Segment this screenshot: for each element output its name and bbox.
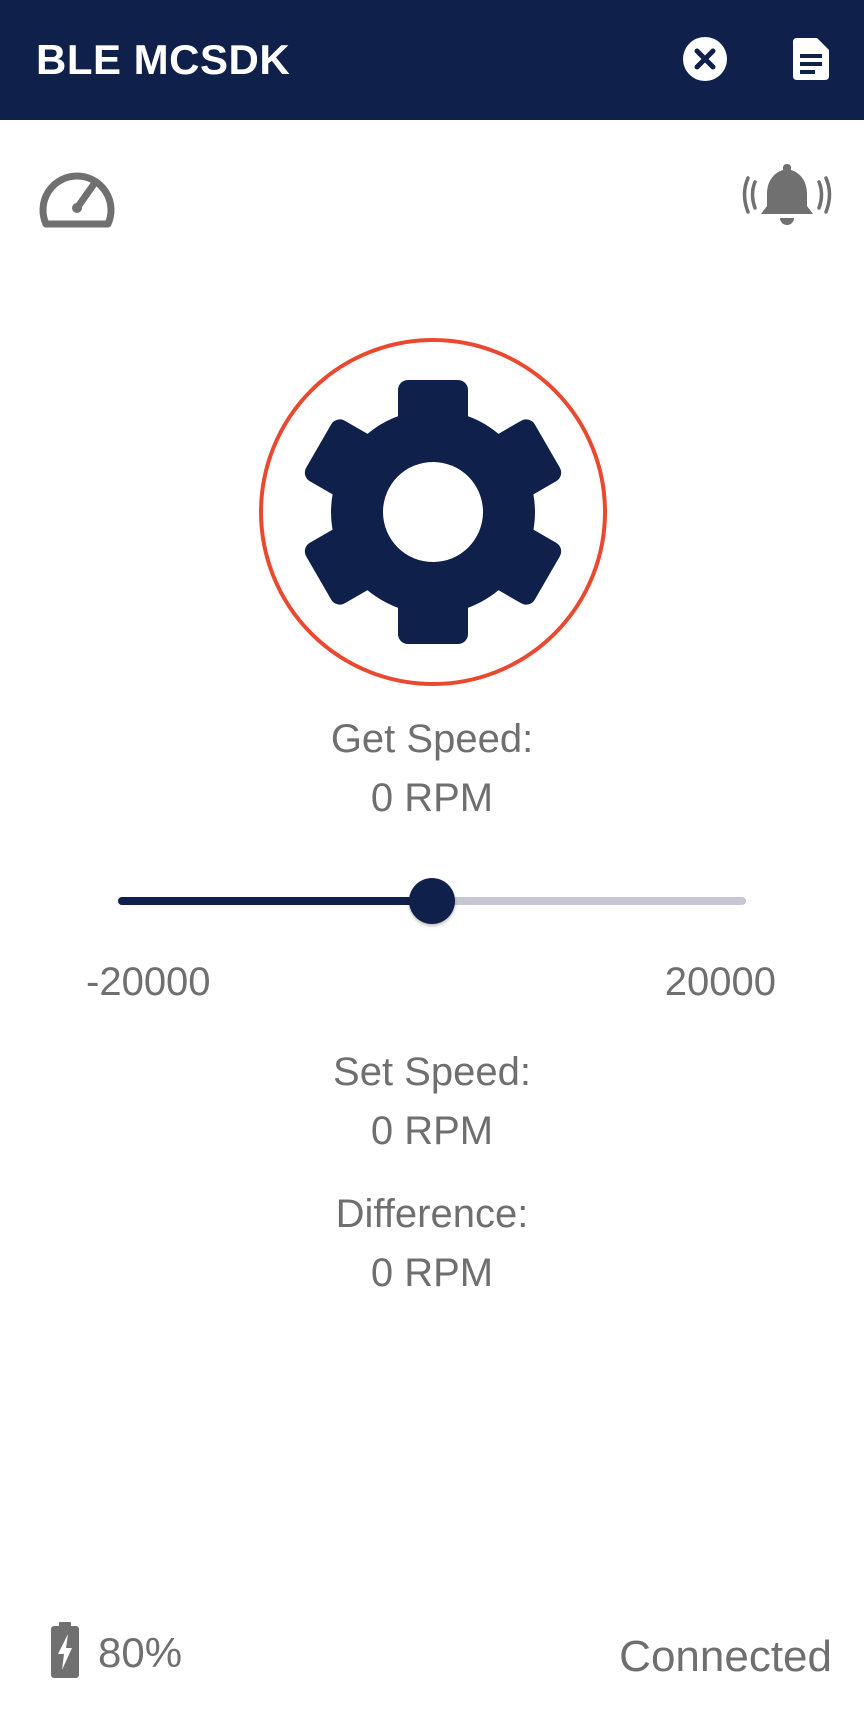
- set-speed-label: Set Speed:: [333, 1050, 531, 1094]
- alarm-bell-icon[interactable]: [742, 160, 832, 230]
- battery-level: 80%: [98, 1629, 183, 1676]
- connection-status: Connected: [619, 1632, 832, 1681]
- speed-slider[interactable]: [118, 878, 746, 924]
- get-speed-value: 0 RPM: [370, 776, 494, 820]
- difference-label: Difference:: [335, 1192, 529, 1236]
- app-bar: BLE MCSDK: [0, 0, 864, 120]
- slider-min-label: -20000: [86, 960, 211, 1004]
- difference-value: 0 RPM: [370, 1251, 494, 1295]
- motor-status-indicator[interactable]: [258, 337, 608, 687]
- slider-fill: [118, 897, 432, 905]
- battery-charging-icon: [50, 1622, 80, 1678]
- app-screen: BLE MCSDK Get Speed: 0 RPM -20000 20000 …: [0, 0, 864, 1718]
- gear-icon: [304, 380, 562, 644]
- slider-max-label: 20000: [664, 960, 776, 1004]
- set-speed-value: 0 RPM: [370, 1109, 494, 1153]
- document-icon[interactable]: [789, 36, 833, 82]
- close-icon[interactable]: [682, 36, 728, 82]
- speedometer-icon[interactable]: [38, 164, 116, 230]
- app-title: BLE MCSDK: [36, 36, 291, 83]
- get-speed-label: Get Speed:: [330, 717, 534, 761]
- slider-thumb[interactable]: [409, 878, 455, 924]
